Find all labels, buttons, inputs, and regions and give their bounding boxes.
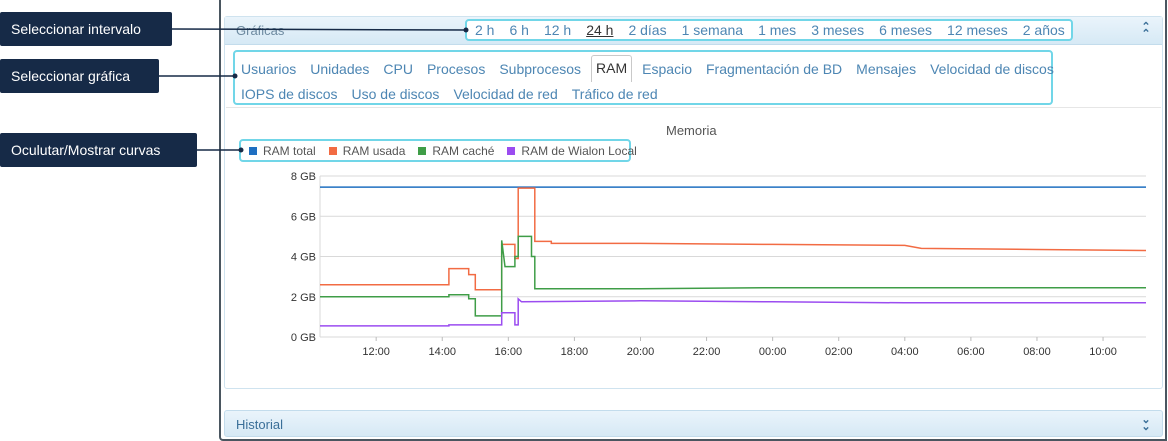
interval-12-h[interactable]: 12 h [544, 22, 571, 38]
interval-6-meses[interactable]: 6 meses [879, 22, 932, 38]
series-line-ram-usada [320, 187, 1147, 291]
y-tick-label: 6 GB [291, 211, 316, 223]
legend-item[interactable]: RAM de Wialon Local [507, 143, 637, 158]
x-tick-label: 02:00 [825, 346, 853, 358]
x-tick-label: 04:00 [891, 346, 919, 358]
x-tick-label: 08:00 [1023, 346, 1051, 358]
graph-tab-espacio[interactable]: Espacio [642, 61, 692, 77]
expand-chevron-icon[interactable]: ⌄ ⌄ [1140, 415, 1152, 433]
interval-1-semana[interactable]: 1 semana [682, 22, 743, 38]
history-panel-header[interactable]: Historial ⌄ ⌄ [224, 410, 1163, 437]
legend-swatch [507, 146, 516, 155]
x-tick-label: 12:00 [362, 346, 390, 358]
x-tick-label: 20:00 [627, 346, 655, 358]
series-line-ram-de-wialon-local [320, 297, 1146, 327]
x-tick-label: 00:00 [759, 346, 787, 358]
interval-6-h[interactable]: 6 h [509, 22, 528, 38]
graph-tab-ram[interactable]: RAM [591, 55, 633, 82]
graph-tab-subprocesos[interactable]: Subprocesos [499, 61, 581, 77]
x-tick-label: 16:00 [495, 346, 523, 358]
stage: Gráficas ⌃ ⌃ 2 h6 h 12 h 24 h2 días 1 semana… [0, 0, 1168, 441]
y-tick-label: 4 GB [291, 252, 316, 264]
y-tick-label: 2 GB [291, 292, 316, 304]
collapse-chevron-icon[interactable]: ⌃ ⌃ [1140, 22, 1152, 40]
callout-select-interval: Seleccionar intervalo [0, 12, 172, 46]
history-panel-title: Historial [236, 417, 283, 432]
graph-tab-velocidad-de-discos[interactable]: Velocidad de discos [930, 61, 1054, 77]
y-tick-label: 0 GB [291, 332, 316, 344]
interval-2-h[interactable]: 2 h [475, 22, 494, 38]
interval-3-meses[interactable]: 3 meses [811, 22, 864, 38]
interval-selector: 2 h 6 h 12 h 24 h 2 días 1 semana 1 mes 3 meses… [465, 19, 1073, 41]
interval-1-mes[interactable]: 1 mes [758, 22, 796, 38]
graph-tab-mensajes[interactable]: Mensajes [856, 61, 916, 77]
graph-tab-fragmentación-de-bd[interactable]: Fragmentación de BD [706, 61, 842, 77]
x-tick-label: 18:00 [561, 346, 589, 358]
interval-24-h[interactable]: 24 h [586, 22, 613, 38]
interval-2-años[interactable]: 2 años [1023, 22, 1065, 38]
x-tick-label: 06:00 [957, 346, 985, 358]
graph-tab-tráfico-de-red[interactable]: Tráfico de red [572, 86, 658, 102]
interval-12-meses[interactable]: 12 meses [947, 22, 1008, 38]
x-tick-label: 10:00 [1089, 346, 1117, 358]
memory-chart: 0 GB 2 GB 4 GB 6 GB 8 GB 12:00 14:00 16:00 18:00… [291, 171, 1147, 358]
interval-2-días[interactable]: 2 días [628, 22, 666, 38]
chart-title: Memoria [666, 123, 717, 138]
legend-label: RAM de Wialon Local [521, 143, 637, 158]
callout-toggle-curves: Oculutar/Mostrar curvas [0, 133, 197, 167]
x-tick-label: 22:00 [693, 346, 721, 358]
y-tick-label: 8 GB [291, 171, 316, 183]
x-tick-label: 14:00 [428, 346, 456, 358]
callout-select-graph: Seleccionar gráfica [0, 59, 159, 93]
series-line-ram-caché [320, 235, 1146, 317]
